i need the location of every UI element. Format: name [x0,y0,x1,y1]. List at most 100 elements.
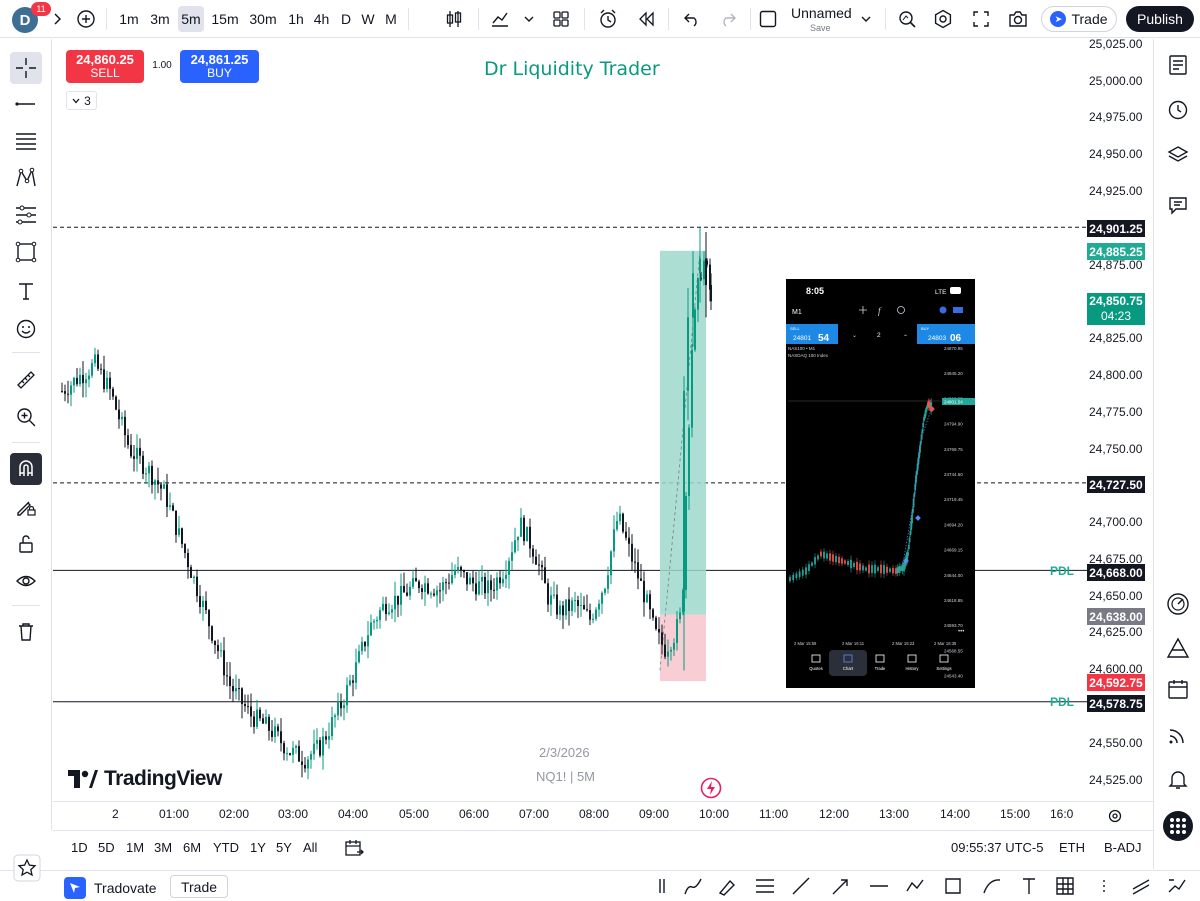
candles-chart-type-icon[interactable] [442,6,466,32]
rectangle-icon[interactable] [942,875,964,897]
range-ytd[interactable]: YTD [213,840,239,855]
interval-5m[interactable]: 5m [178,6,204,32]
chat-icon[interactable] [1162,189,1194,221]
emoji-icon[interactable] [10,313,42,345]
trend-line-icon[interactable] [790,875,812,897]
layouts-grid-icon[interactable] [549,6,573,32]
range-6m[interactable]: 6M [183,840,201,855]
add-symbol-icon[interactable] [74,6,98,32]
candle [289,752,291,756]
range-all[interactable]: All [303,840,317,855]
session-toggle[interactable]: ETH [1059,840,1085,855]
horizontal-line-icon[interactable] [868,875,890,897]
signals-gauge-icon[interactable] [1162,588,1194,620]
chevron-down-icon[interactable] [521,6,537,32]
interval-1m[interactable]: 1m [112,6,146,32]
candle-body [526,526,528,542]
range-1d[interactable]: 1D [71,840,88,855]
adjustment-toggle[interactable]: B-ADJ [1104,840,1142,855]
arrow-icon[interactable] [830,875,852,897]
vertical-dots-icon[interactable] [1093,875,1115,897]
interval-w[interactable]: W [358,6,378,32]
triangle-icon[interactable] [1162,632,1194,664]
exchange-clock[interactable]: 09:55:37 UTC-5 [951,840,1044,855]
trade-button[interactable]: ➤ Trade [1041,6,1117,32]
notifications-bell-icon[interactable] [1162,763,1194,795]
interval-d[interactable]: D [337,6,355,32]
range-3m[interactable]: 3M [154,840,172,855]
quick-search-icon[interactable] [895,6,919,32]
text-tool-icon[interactable] [10,275,42,307]
interval-3m[interactable]: 3m [146,6,174,32]
indicators-icon[interactable] [488,6,512,32]
publish-button[interactable]: Publish [1126,6,1194,32]
sell-button[interactable]: 24,860.25 SELL [66,50,144,83]
rectangle-shape-icon[interactable] [10,236,42,268]
fib-lines-icon[interactable] [10,125,42,157]
calendar-icon[interactable] [1162,673,1194,705]
interval-m[interactable]: M [381,6,401,32]
range-5y[interactable]: 5Y [276,840,292,855]
candle-body [523,517,525,542]
broker-tab[interactable]: Tradovate [64,877,157,899]
candle-body [385,603,387,615]
ruler-icon[interactable] [10,364,42,396]
interval-30m[interactable]: 30m [245,6,281,32]
trend-line-icon[interactable] [10,88,42,120]
trash-icon[interactable] [10,616,42,648]
more-apps-icon[interactable] [1162,810,1194,842]
chart-settings-gear-icon[interactable] [1107,808,1123,824]
table-grid-icon[interactable] [1054,875,1076,897]
snapshot-camera-icon[interactable] [1006,6,1030,32]
panel-trade-tab[interactable]: Trade [170,875,228,898]
pattern-icon[interactable] [10,162,42,194]
chart-text-annotation[interactable]: Dr Liquidity Trader [484,58,660,80]
layout-name[interactable]: Unnamed Save [791,6,852,33]
grip-handle-icon[interactable] [652,875,674,897]
range-1y[interactable]: 1Y [250,840,266,855]
lightning-alert-icon[interactable] [700,777,722,799]
redo-icon[interactable] [716,6,740,32]
range-5d[interactable]: 5D [98,840,115,855]
zoom-in-icon[interactable] [10,401,42,433]
layout-menu-chevron-icon[interactable] [858,6,874,32]
tradingview-logo[interactable]: TradingView [68,767,222,791]
forecast-icon[interactable] [1166,875,1188,897]
brush-icon[interactable] [682,875,704,897]
layers-icon[interactable] [1162,139,1194,171]
parallel-channel-icon[interactable] [1130,875,1152,897]
buy-button[interactable]: 24,861.25 BUY [180,50,259,83]
alerts-clock-icon[interactable] [1162,94,1194,126]
indicator-collapse-toggle[interactable]: 3 [66,91,97,110]
alert-clock-icon[interactable] [595,6,621,32]
text-icon[interactable] [1018,875,1040,897]
path-icon[interactable] [905,875,927,897]
interval-4h[interactable]: 4h [309,6,334,32]
interval-15m[interactable]: 15m [208,6,242,32]
order-quantity[interactable]: 1.00 [146,60,178,71]
time-axis[interactable]: 2 01:00 02:00 03:00 04:00 05:00 06:00 07:00 08:0… [53,801,1153,829]
highlighter-icon[interactable] [716,875,738,897]
unlock-icon[interactable] [10,528,42,560]
magnet-icon[interactable] [10,453,42,485]
favorites-star-icon[interactable] [13,854,41,882]
lock-drawing-pencil-icon[interactable] [10,491,42,523]
long-position-stop-zone[interactable] [660,614,706,682]
forecast-icon[interactable] [10,199,42,231]
undo-icon[interactable] [680,6,704,32]
watchlist-icon[interactable] [1162,49,1194,81]
settings-gear-icon[interactable] [931,6,955,32]
go-to-date-calendar-icon[interactable] [343,837,365,859]
crosshair-icon[interactable] [10,52,42,84]
eye-visibility-icon[interactable] [10,565,42,597]
replay-icon[interactable] [634,6,658,32]
news-stream-icon[interactable] [1162,719,1194,751]
candle [208,608,210,640]
interval-1h[interactable]: 1h [284,6,308,32]
fib-retracement-icon[interactable] [754,875,776,897]
layout-square-icon[interactable] [757,6,779,32]
fullscreen-icon[interactable] [969,6,993,32]
curve-icon[interactable] [981,875,1003,897]
range-1m[interactable]: 1M [126,840,144,855]
expand-menu-icon[interactable] [50,6,64,32]
